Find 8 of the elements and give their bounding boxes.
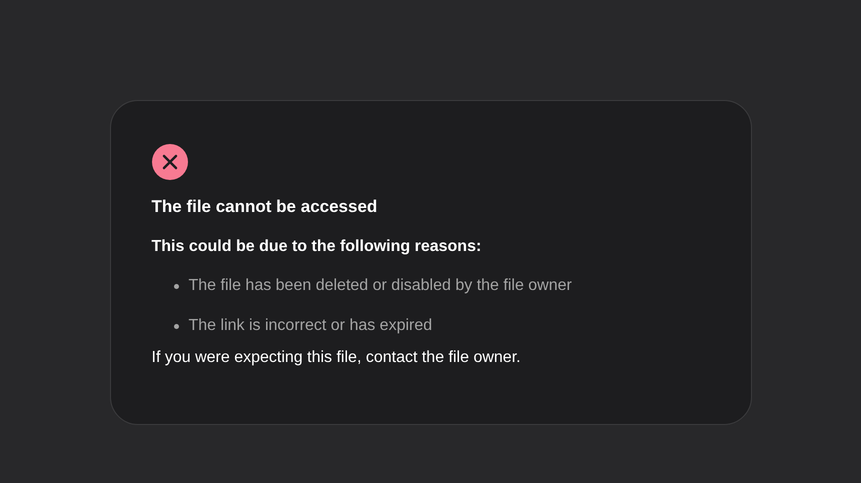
error-icon <box>152 144 188 180</box>
reason-text: The link is incorrect or has expired <box>188 316 432 336</box>
error-title: The file cannot be accessed <box>152 196 378 218</box>
bullet-icon <box>174 284 178 288</box>
bullet-icon <box>174 324 178 328</box>
reason-text: The file has been deleted or disabled by the file owner <box>188 276 572 296</box>
footer-text: If you were expecting this file, contact the file owner. <box>152 348 522 368</box>
reasons-intro: This could be due to the following reasons: <box>152 237 482 257</box>
